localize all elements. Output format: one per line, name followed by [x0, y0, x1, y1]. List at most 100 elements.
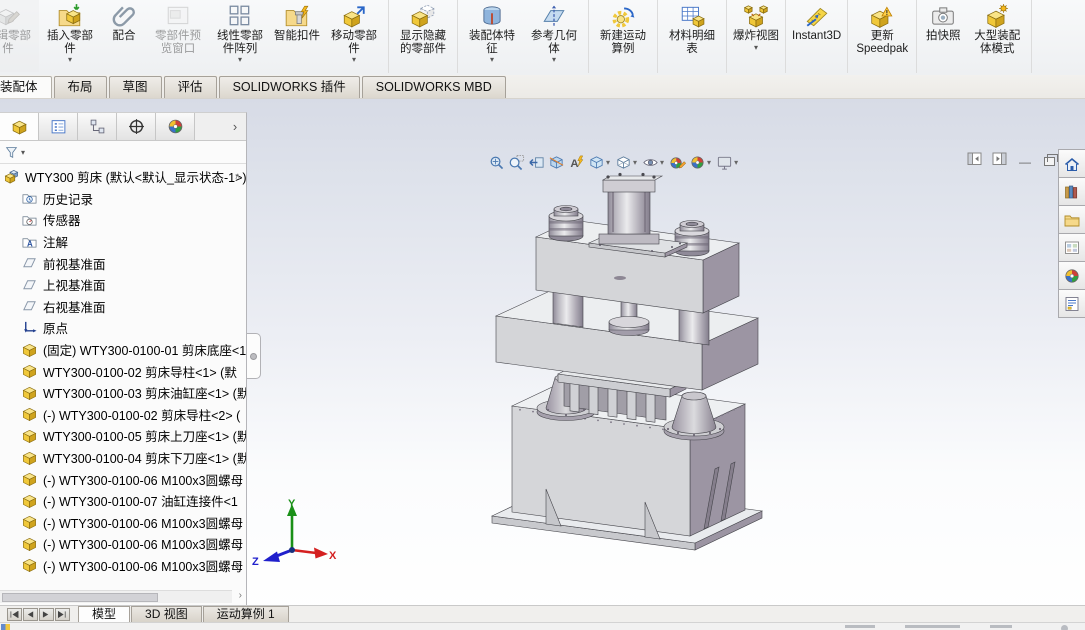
panel-tab-featuremanager[interactable]: [0, 113, 39, 140]
dropdown-caret-icon[interactable]: ▾: [490, 56, 494, 64]
ribbon-button-instant3d[interactable]: Instant3D: [789, 0, 844, 72]
headsup-edit-appearance-button[interactable]: [668, 153, 687, 172]
ribbon-button-assembly-features[interactable]: 装配体特征 ▾: [461, 0, 523, 72]
document-tab-2[interactable]: 3D 视图: [131, 606, 202, 622]
taskpane-home-button[interactable]: [1058, 149, 1085, 178]
ribbon-button-large-assembly[interactable]: 大型装配体模式: [966, 0, 1028, 72]
taskpane-appearances-button[interactable]: [1058, 261, 1085, 290]
headsup-zoom-area-button[interactable]: [507, 153, 526, 172]
dropdown-caret-icon[interactable]: ▾: [734, 158, 738, 167]
panel-tab-displaymanager[interactable]: [156, 113, 195, 140]
tree-item-plane-6[interactable]: 右视基准面: [0, 296, 246, 318]
collapse-pane-right-button[interactable]: [992, 152, 1008, 171]
command-tab-4[interactable]: 评估: [163, 76, 217, 98]
dropdown-caret-icon[interactable]: ▾: [707, 158, 711, 167]
document-tab-3[interactable]: 运动算例 1: [202, 606, 289, 622]
minimize-button[interactable]: —: [1017, 155, 1033, 169]
model-shear-machine[interactable]: [490, 172, 764, 551]
tree-item-part-15[interactable]: (-) WTY300-0100-07 油缸连接件<1: [0, 490, 246, 512]
tab-nav-first-button[interactable]: [7, 608, 22, 621]
tree-item-part-10[interactable]: WTY300-0100-03 剪床油缸座<1> (默: [0, 382, 246, 404]
tree-scroll-down-arrow[interactable]: ∨: [234, 560, 241, 570]
tree-item-part-11[interactable]: (-) WTY300-0100-02 剪床导柱<2> (: [0, 404, 246, 426]
tree-horizontal-scrollbar[interactable]: [0, 590, 232, 603]
tree-item-part-8[interactable]: (固定) WTY300-0100-01 剪床底座<1: [0, 339, 246, 361]
tab-nav-next-button[interactable]: [39, 608, 54, 621]
dropdown-caret-icon[interactable]: ▾: [633, 158, 637, 167]
ribbon-button-insert-component[interactable]: 插入零部件 ▾: [39, 0, 101, 72]
tab-nav-prev-button[interactable]: [23, 608, 38, 621]
dropdown-caret-icon[interactable]: ▾: [552, 56, 556, 64]
dropdown-caret-icon[interactable]: ▾: [754, 43, 758, 52]
headsup-previous-view-button[interactable]: [527, 153, 546, 172]
tree-item-label: (固定) WTY300-0100-01 剪床底座<1: [43, 344, 246, 359]
dropdown-caret-icon[interactable]: ▾: [68, 56, 72, 64]
scrollbar-thumb[interactable]: [2, 593, 158, 602]
tree-item-plane-5[interactable]: 上视基准面: [0, 274, 246, 296]
document-tab-1[interactable]: 模型: [78, 606, 131, 622]
ribbon-button-move-component[interactable]: 移动零部件 ▾: [323, 0, 385, 72]
ribbon-button-mate[interactable]: 配合: [101, 0, 147, 72]
tree-item-label: 上视基准面: [43, 279, 106, 294]
dropdown-caret-icon[interactable]: ▾: [238, 56, 242, 64]
part-icon: [22, 428, 38, 444]
ribbon-button-linear-pattern[interactable]: 线性零部件阵列 ▾: [209, 0, 271, 72]
panel-expand-arrow[interactable]: ›: [224, 113, 246, 140]
tree-item-part-16[interactable]: (-) WTY300-0100-06 M100x3圆螺母: [0, 512, 246, 534]
headsup-section-view-button[interactable]: [547, 153, 566, 172]
tree-item-root[interactable]: WTY300 剪床 (默认<默认_显示状态-1>): [0, 166, 246, 188]
tree-item-annotations-3[interactable]: A 注解: [0, 231, 246, 253]
panel-splitter-handle[interactable]: [247, 333, 261, 379]
tab-nav-last-button[interactable]: [55, 608, 70, 621]
taskpane-custom-properties-button[interactable]: [1058, 289, 1085, 318]
dropdown-caret-icon[interactable]: ▾: [352, 56, 356, 64]
ribbon-button-exploded-view[interactable]: 爆炸视图 ▾: [730, 0, 782, 72]
panel-tab-bar: ›: [0, 113, 246, 141]
tree-item-part-17[interactable]: (-) WTY300-0100-06 M100x3圆螺母: [0, 533, 246, 555]
panel-tab-propertymanager[interactable]: [39, 113, 78, 140]
ribbon-button-update-speedpak[interactable]: 更新 Speedpak: [851, 0, 913, 72]
ribbon-button-reference-geometry[interactable]: 参考几何体 ▾: [523, 0, 585, 72]
tree-item-origin-7[interactable]: 原点: [0, 317, 246, 339]
ribbon-button-motion-study[interactable]: 新建运动算例: [592, 0, 654, 72]
command-tab-1[interactable]: 装配体: [0, 76, 52, 98]
tree-item-history-1[interactable]: 历史记录: [0, 188, 246, 210]
tree-item-part-9[interactable]: WTY300-0100-02 剪床导柱<1> (默: [0, 360, 246, 382]
restore-button[interactable]: [1044, 154, 1058, 166]
taskpane-view-palette-button[interactable]: [1058, 233, 1085, 262]
tree-scroll-up-arrow[interactable]: ∧: [234, 172, 241, 181]
tree-filter-row[interactable]: ▾: [0, 141, 246, 164]
headsup-hide-show-items-button[interactable]: ▾: [641, 153, 667, 172]
headsup-apply-scene-button[interactable]: ▾: [688, 153, 714, 172]
panel-tab-configurationmanager[interactable]: [78, 113, 117, 140]
ribbon-button-snapshot[interactable]: 拍快照: [920, 0, 966, 72]
tree-item-part-14[interactable]: (-) WTY300-0100-06 M100x3圆螺母: [0, 468, 246, 490]
command-tab-6[interactable]: SOLIDWORKS MBD: [361, 76, 506, 98]
scroll-right-arrow[interactable]: ›: [239, 590, 242, 601]
ribbon-button-bom[interactable]: 材料明细表: [661, 0, 723, 72]
dropdown-caret-icon[interactable]: ▾: [660, 158, 664, 167]
headsup-view-orientation-button[interactable]: ▾: [587, 153, 613, 172]
tree-item-part-12[interactable]: WTY300-0100-05 剪床上刀座<1> (默: [0, 425, 246, 447]
assembly-features-icon: [479, 3, 505, 30]
tree-item-plane-4[interactable]: 前视基准面: [0, 252, 246, 274]
ribbon-button-label: 装配体特征: [469, 30, 515, 55]
tree-item-sensors-2[interactable]: 传感器: [0, 209, 246, 231]
command-tab-5[interactable]: SOLIDWORKS 插件: [218, 76, 360, 98]
tree-item-part-18[interactable]: (-) WTY300-0100-06 M100x3圆螺母: [0, 555, 246, 577]
tree-item-part-13[interactable]: WTY300-0100-04 剪床下刀座<1> (默: [0, 447, 246, 469]
ribbon-button-smart-fasteners[interactable]: 智能扣件: [271, 0, 323, 72]
collapse-pane-left-button[interactable]: [967, 152, 983, 171]
ribbon-button-show-hidden[interactable]: 显示隐藏的零部件: [392, 0, 454, 72]
part-icon: [22, 493, 38, 509]
taskpane-design-library-button[interactable]: [1058, 177, 1085, 206]
headsup-view-settings-button[interactable]: ▾: [715, 153, 741, 172]
headsup-display-style-button[interactable]: ▾: [614, 153, 640, 172]
panel-tab-dimxpertmanager[interactable]: [117, 113, 156, 140]
command-tab-3[interactable]: 草图: [108, 76, 162, 98]
command-tab-2[interactable]: 布局: [53, 76, 107, 98]
headsup-annotation-view-button[interactable]: A: [567, 153, 586, 172]
taskpane-file-explorer-button[interactable]: [1058, 205, 1085, 234]
dropdown-caret-icon[interactable]: ▾: [606, 158, 610, 167]
headsup-zoom-fit-button[interactable]: [487, 153, 506, 172]
